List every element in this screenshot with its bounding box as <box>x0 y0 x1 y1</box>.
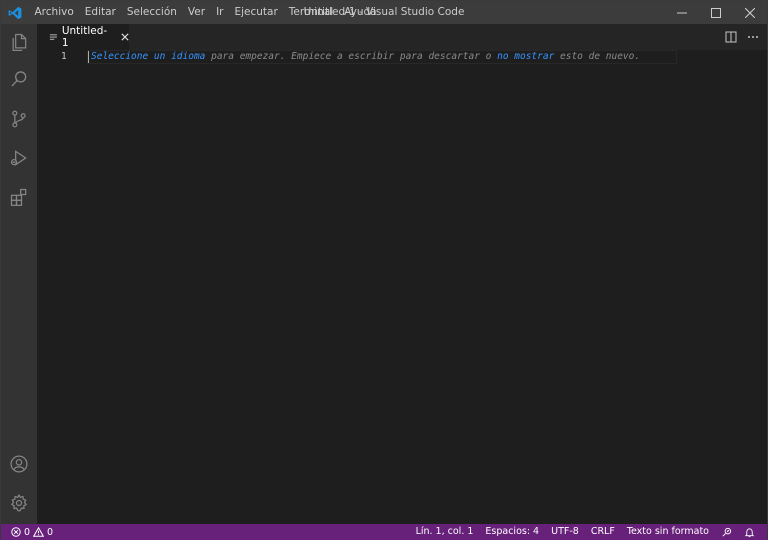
plain-text-file-icon <box>49 33 57 40</box>
minimize-button[interactable] <box>665 1 699 24</box>
tab-label: Untitled-1 <box>61 25 108 49</box>
source-control-icon[interactable] <box>1 101 37 137</box>
close-icon <box>745 7 755 18</box>
vscode-window: Archivo Editar Selección Ver Ir Ejecutar… <box>0 0 768 540</box>
tabs-bar: Untitled-1 <box>37 24 767 50</box>
dont-show-link[interactable]: no mostrar <box>497 51 554 62</box>
status-right: Lín. 1, col. 1 Espacios: 4 UTF-8 CRLF Te… <box>410 524 761 540</box>
end-of-line[interactable]: CRLF <box>585 524 621 540</box>
account-icon[interactable] <box>1 446 37 482</box>
language-mode[interactable]: Texto sin formato <box>621 524 715 540</box>
search-icon[interactable] <box>1 61 37 97</box>
window-controls <box>665 1 767 24</box>
error-count: 0 <box>24 526 31 538</box>
warning-count: 0 <box>47 526 54 538</box>
editor-actions <box>723 24 761 50</box>
extensions-icon[interactable] <box>1 179 37 215</box>
menu-ayuda[interactable]: Ayuda <box>339 1 382 24</box>
error-icon <box>11 527 21 537</box>
more-actions-icon[interactable] <box>745 29 761 45</box>
gear-icon[interactable] <box>1 485 37 521</box>
hint-text-2: esto de nuevo. <box>554 51 641 62</box>
close-tab-icon[interactable] <box>121 33 129 41</box>
problems-status[interactable]: 0 0 <box>1 524 53 540</box>
split-editor-icon[interactable] <box>723 29 739 45</box>
cursor-position[interactable]: Lín. 1, col. 1 <box>410 524 480 540</box>
select-language-link[interactable]: Seleccione un idioma <box>91 51 205 62</box>
menu-ver[interactable]: Ver <box>182 1 210 24</box>
untitled-hint: Seleccione un idioma para empezar. Empie… <box>91 50 640 64</box>
menu-ir[interactable]: Ir <box>211 1 229 24</box>
text-cursor <box>88 51 89 63</box>
close-window-button[interactable] <box>733 1 767 24</box>
menu-editar[interactable]: Editar <box>79 1 121 24</box>
warning-icon <box>33 527 45 537</box>
indentation[interactable]: Espacios: 4 <box>479 524 545 540</box>
notifications-bell-icon[interactable] <box>738 527 761 538</box>
activity-bar <box>1 24 37 524</box>
menu-seleccion[interactable]: Selección <box>121 1 182 24</box>
tab-untitled-1[interactable]: Untitled-1 <box>37 24 129 50</box>
run-debug-icon[interactable] <box>1 140 37 176</box>
feedback-icon[interactable] <box>715 527 738 538</box>
maximize-icon <box>711 7 721 18</box>
hint-text-1: para empezar. Empiece a escribir para de… <box>205 51 498 62</box>
menu-ejecutar[interactable]: Ejecutar <box>229 1 283 24</box>
menu-archivo[interactable]: Archivo <box>29 1 79 24</box>
explorer-icon[interactable] <box>1 24 37 60</box>
status-bar: 0 0 Lín. 1, col. 1 Espacios: 4 UTF-8 CRL… <box>1 524 767 540</box>
vscode-logo-icon[interactable] <box>1 1 29 24</box>
editor-area[interactable]: 1 Seleccione un idioma para empezar. Emp… <box>37 50 767 524</box>
menu-terminal[interactable]: Terminal <box>283 1 338 24</box>
maximize-button[interactable] <box>699 1 733 24</box>
title-bar: Archivo Editar Selección Ver Ir Ejecutar… <box>1 1 767 24</box>
minimize-icon <box>677 12 687 13</box>
menu-bar: Archivo Editar Selección Ver Ir Ejecutar… <box>29 1 382 24</box>
encoding[interactable]: UTF-8 <box>545 524 585 540</box>
line-number: 1 <box>61 51 67 62</box>
